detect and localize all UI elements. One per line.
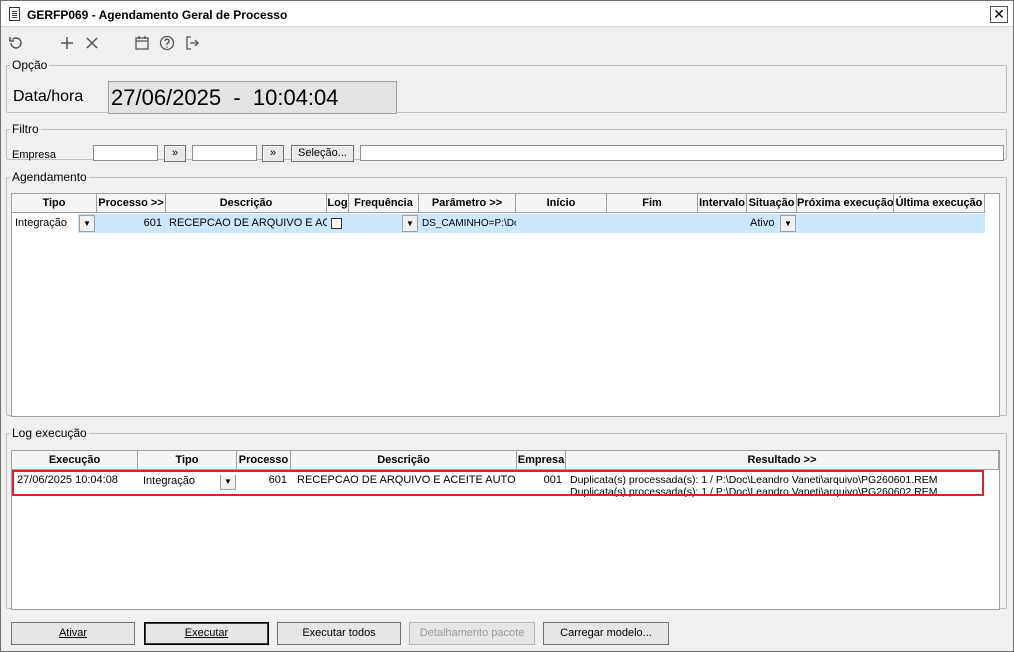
filtro-legend: Filtro xyxy=(12,122,39,136)
agendamento-frequencia-dropdown[interactable]: ▼ xyxy=(402,215,418,232)
carregar-modelo-button[interactable]: Carregar modelo... xyxy=(543,622,669,645)
agendamento-header-log[interactable]: Log xyxy=(327,194,349,213)
agendamento-header-parametro[interactable]: Parâmetro >> xyxy=(419,194,516,213)
empresa-from-input[interactable] xyxy=(93,145,158,161)
agendamento-parametro-cell[interactable]: DS_CAMINHO=P:\Do xyxy=(419,214,516,233)
agendamento-header-descricao[interactable]: Descrição xyxy=(166,194,327,213)
agendamento-group: Agendamento Tipo Processo >> Descrição L… xyxy=(6,170,1007,417)
agendamento-tipo-dropdown[interactable]: ▼ xyxy=(79,215,95,232)
agendamento-header-frequencia[interactable]: Frequência xyxy=(349,194,419,213)
empresa-label: Empresa xyxy=(12,149,57,161)
close-button[interactable]: ✕ xyxy=(990,6,1008,23)
executar-todos-button[interactable]: Executar todos xyxy=(277,622,401,645)
agendamento-intervalo-cell[interactable] xyxy=(698,214,747,233)
log-header-resultado[interactable]: Resultado >> xyxy=(566,451,999,470)
calendar-icon[interactable] xyxy=(132,34,152,54)
agendamento-header-proxima[interactable]: Próxima execução xyxy=(797,194,894,213)
agendamento-grid[interactable]: Tipo Processo >> Descrição Log Frequênci… xyxy=(11,193,1000,417)
agendamento-proxima-cell[interactable] xyxy=(797,214,894,233)
selecao-button[interactable]: Seleção... xyxy=(291,145,354,162)
log-header-tipo[interactable]: Tipo xyxy=(138,451,237,470)
log-header-execucao[interactable]: Execução xyxy=(12,451,138,470)
log-legend: Log execução xyxy=(12,426,87,440)
empresa-to-lookup-button[interactable]: » xyxy=(262,145,284,162)
empresa-from-lookup-button[interactable]: » xyxy=(164,145,186,162)
log-header-descricao[interactable]: Descrição xyxy=(291,451,517,470)
agendamento-legend: Agendamento xyxy=(12,170,87,184)
datahora-label: Data/hora xyxy=(13,88,84,105)
selecao-text-input[interactable] xyxy=(360,145,1004,161)
document-icon xyxy=(9,7,20,21)
agendamento-header-situacao[interactable]: Situação xyxy=(747,194,797,213)
ativar-button[interactable]: Ativar xyxy=(11,622,135,645)
delete-icon[interactable] xyxy=(82,34,102,54)
title-bar: GERFP069 - Agendamento Geral de Processo… xyxy=(1,1,1013,27)
agendamento-ultima-cell[interactable] xyxy=(894,214,985,233)
agendamento-header-inicio[interactable]: Início xyxy=(516,194,607,213)
exit-icon[interactable] xyxy=(182,34,202,54)
empresa-to-input[interactable] xyxy=(192,145,257,161)
log-row-highlight xyxy=(12,470,984,496)
executar-button[interactable]: Executar xyxy=(144,622,269,645)
datahora-value: 27/06/2025 - 10:04:04 xyxy=(108,81,397,114)
window-title: GERFP069 - Agendamento Geral de Processo xyxy=(27,8,288,22)
main-window: GERFP069 - Agendamento Geral de Processo… xyxy=(0,0,1014,652)
close-icon: ✕ xyxy=(993,6,1005,22)
agendamento-log-checkbox[interactable] xyxy=(331,218,342,229)
help-icon[interactable] xyxy=(157,34,177,54)
opcao-legend: Opção xyxy=(12,58,48,72)
agendamento-header-processo[interactable]: Processo >> xyxy=(97,194,166,213)
agendamento-fim-cell[interactable] xyxy=(607,214,698,233)
opcao-group: Opção Data/hora 27/06/2025 - 10:04:04 xyxy=(6,58,1007,114)
refresh-icon[interactable] xyxy=(6,34,26,54)
agendamento-descricao-cell[interactable]: RECEPCAO DE ARQUIVO E ACEITE xyxy=(166,214,327,233)
add-icon[interactable] xyxy=(57,34,77,54)
agendamento-header-tipo[interactable]: Tipo xyxy=(12,194,97,213)
log-header-empresa[interactable]: Empresa xyxy=(517,451,566,470)
agendamento-tipo-value: Integração xyxy=(15,217,67,229)
detalhamento-pacote-button: Detalhamento pacote xyxy=(409,622,535,645)
agendamento-header-ultima[interactable]: Última execução xyxy=(894,194,985,213)
ativar-label: Ativar xyxy=(58,627,88,639)
agendamento-processo-cell[interactable]: 601 xyxy=(97,214,166,233)
agendamento-header-intervalo[interactable]: Intervalo xyxy=(698,194,747,213)
log-group: Log execução Execução Tipo Processo Desc… xyxy=(6,426,1007,610)
agendamento-frequencia-cell[interactable] xyxy=(349,214,401,233)
agendamento-tipo-cell[interactable]: Integração xyxy=(12,214,78,233)
agendamento-header-fim[interactable]: Fim xyxy=(607,194,698,213)
filtro-group: Filtro Empresa » » Seleção... xyxy=(6,122,1007,162)
agendamento-situacao-dropdown[interactable]: ▼ xyxy=(780,215,796,232)
log-header-processo[interactable]: Processo xyxy=(237,451,291,470)
agendamento-situacao-cell[interactable]: Ativo xyxy=(747,214,779,233)
agendamento-row[interactable]: Integração ▼ 601 RECEPCAO DE ARQUIVO E A… xyxy=(12,214,985,233)
toolbar xyxy=(1,28,1013,60)
executar-label: Executar xyxy=(184,627,229,639)
agendamento-inicio-cell[interactable] xyxy=(516,214,607,233)
